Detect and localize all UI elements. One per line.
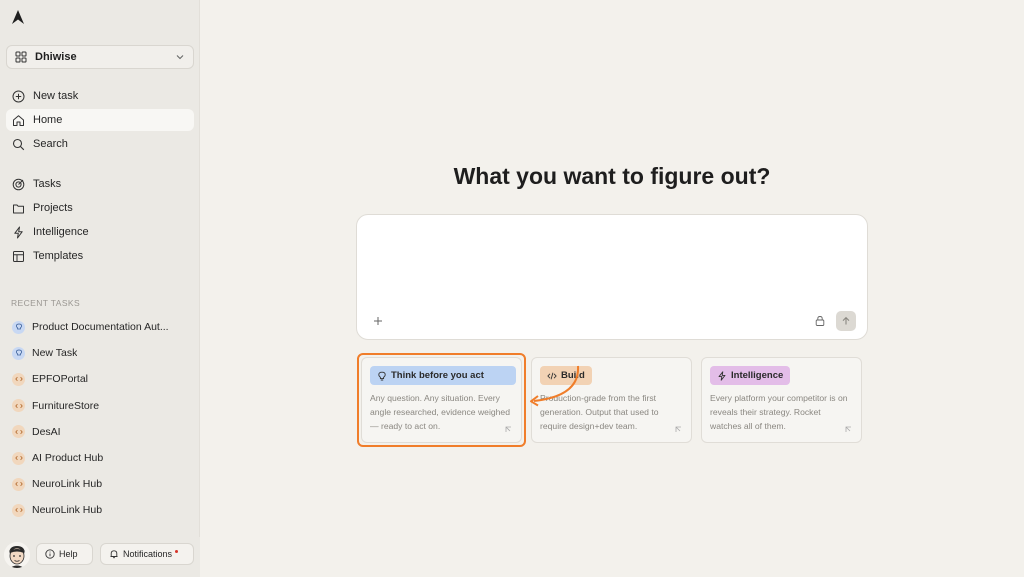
grid-icon (15, 51, 27, 63)
recent-tasks-heading: RECENT TASKS (11, 298, 81, 308)
lightbulb-icon (378, 371, 386, 380)
plus-circle-icon (12, 90, 25, 102)
recent-task-label: DesAI (32, 425, 61, 438)
card-build[interactable]: Build Production-grade from the first ge… (531, 357, 692, 443)
card-build-label: Build (561, 370, 585, 381)
nav-intelligence[interactable]: Intelligence (6, 221, 194, 243)
target-icon (12, 178, 25, 190)
recent-task-label: EPFOPortal (32, 373, 89, 386)
template-icon (13, 250, 24, 262)
avatar-face-icon (4, 542, 30, 568)
code-icon (12, 503, 25, 517)
nav-templates[interactable]: Templates (6, 245, 194, 267)
chevron-down-icon (176, 55, 184, 60)
code-icon (12, 425, 25, 439)
nav-projects[interactable]: Projects (6, 197, 194, 219)
nav-new-task-label: New task (33, 90, 79, 102)
nav-tasks[interactable]: Tasks (6, 173, 194, 195)
card-build-desc: Production-grade from the first generati… (540, 393, 659, 431)
card-think[interactable]: Think before you act Any question. Any s… (361, 357, 522, 443)
recent-task-label: New Task (32, 347, 78, 360)
card-think-label: Think before you act (391, 370, 484, 381)
code-icon (12, 451, 25, 465)
sidebar: Dhiwise New task Home Search Tasks Proje… (0, 0, 200, 577)
recent-task-label: NeuroLink Hub (32, 504, 103, 517)
card-think-desc: Any question. Any situation. Every angle… (370, 393, 510, 431)
notification-dot (175, 549, 179, 553)
lightbulb-icon (12, 320, 25, 334)
help-label: Help (59, 549, 78, 559)
recent-task-item[interactable]: NeuroLink Hub (6, 473, 194, 495)
recent-task-label: FurnitureStore (32, 399, 100, 412)
recent-task-label: Product Documentation Aut... (32, 321, 169, 333)
recent-task-item[interactable]: EPFOPortal (6, 368, 194, 390)
recent-task-item[interactable]: Product Documentation Aut... (6, 316, 194, 338)
code-icon (12, 477, 25, 491)
plus-icon[interactable] (372, 315, 384, 327)
recent-task-item[interactable]: NeuroLink Hub (6, 499, 194, 521)
card-intelligence-tag: Intelligence (710, 366, 791, 385)
nav-home[interactable]: Home (6, 109, 194, 131)
nav-new-task[interactable]: New task (6, 85, 194, 107)
recent-task-item[interactable]: AI Product Hub (6, 447, 194, 469)
search-icon (12, 138, 25, 150)
arrow-up-icon (842, 316, 850, 325)
recent-task-label: AI Product Hub (32, 452, 104, 464)
prompt-input[interactable] (371, 227, 851, 307)
bell-icon (110, 550, 118, 559)
code-icon (12, 372, 25, 386)
send-button[interactable] (836, 311, 856, 331)
nav-search-label: Search (33, 138, 68, 150)
nav-intelligence-label: Intelligence (33, 226, 89, 238)
corner-arrow-icon (675, 426, 681, 432)
nav-search[interactable]: Search (6, 133, 194, 155)
corner-arrow-icon (505, 426, 511, 432)
home-icon (13, 114, 24, 126)
lightbulb-icon (12, 346, 25, 360)
lock-icon[interactable] (814, 315, 826, 327)
help-button[interactable]: Help (36, 543, 93, 565)
recent-task-item[interactable]: New Task (6, 342, 194, 364)
logo-icon[interactable] (11, 10, 25, 24)
page-title: What you want to figure out? (453, 163, 771, 189)
workspace-name: Dhiwise (35, 51, 77, 63)
nav-projects-label: Projects (33, 202, 73, 214)
workspace-switcher[interactable]: Dhiwise (6, 45, 194, 69)
recent-task-label: NeuroLink Hub (32, 478, 103, 491)
nav-tasks-label: Tasks (33, 178, 62, 190)
card-think-tag: Think before you act (370, 366, 516, 385)
lightning-icon (718, 370, 726, 381)
card-build-tag: Build (540, 366, 592, 385)
corner-arrow-icon (845, 426, 851, 432)
card-intelligence-desc: Every platform your competitor is on rev… (710, 393, 848, 431)
notifications-button[interactable]: Notifications (100, 543, 194, 565)
code-icon (547, 372, 557, 379)
nav-home-label: Home (33, 114, 63, 126)
card-intelligence[interactable]: Intelligence Every platform your competi… (701, 357, 862, 443)
recent-task-item[interactable]: DesAI (6, 421, 194, 443)
card-intelligence-label: Intelligence (731, 370, 784, 381)
notifications-label: Notifications (123, 549, 173, 559)
sidebar-footer: Help Notifications (0, 537, 200, 577)
avatar[interactable] (4, 542, 30, 568)
lightning-icon (14, 226, 23, 238)
folder-icon (13, 204, 24, 213)
prompt-box (356, 214, 868, 340)
code-icon (12, 399, 25, 413)
help-circle-icon (45, 549, 55, 559)
nav-templates-label: Templates (33, 250, 84, 262)
recent-task-item[interactable]: FurnitureStore (6, 395, 194, 417)
